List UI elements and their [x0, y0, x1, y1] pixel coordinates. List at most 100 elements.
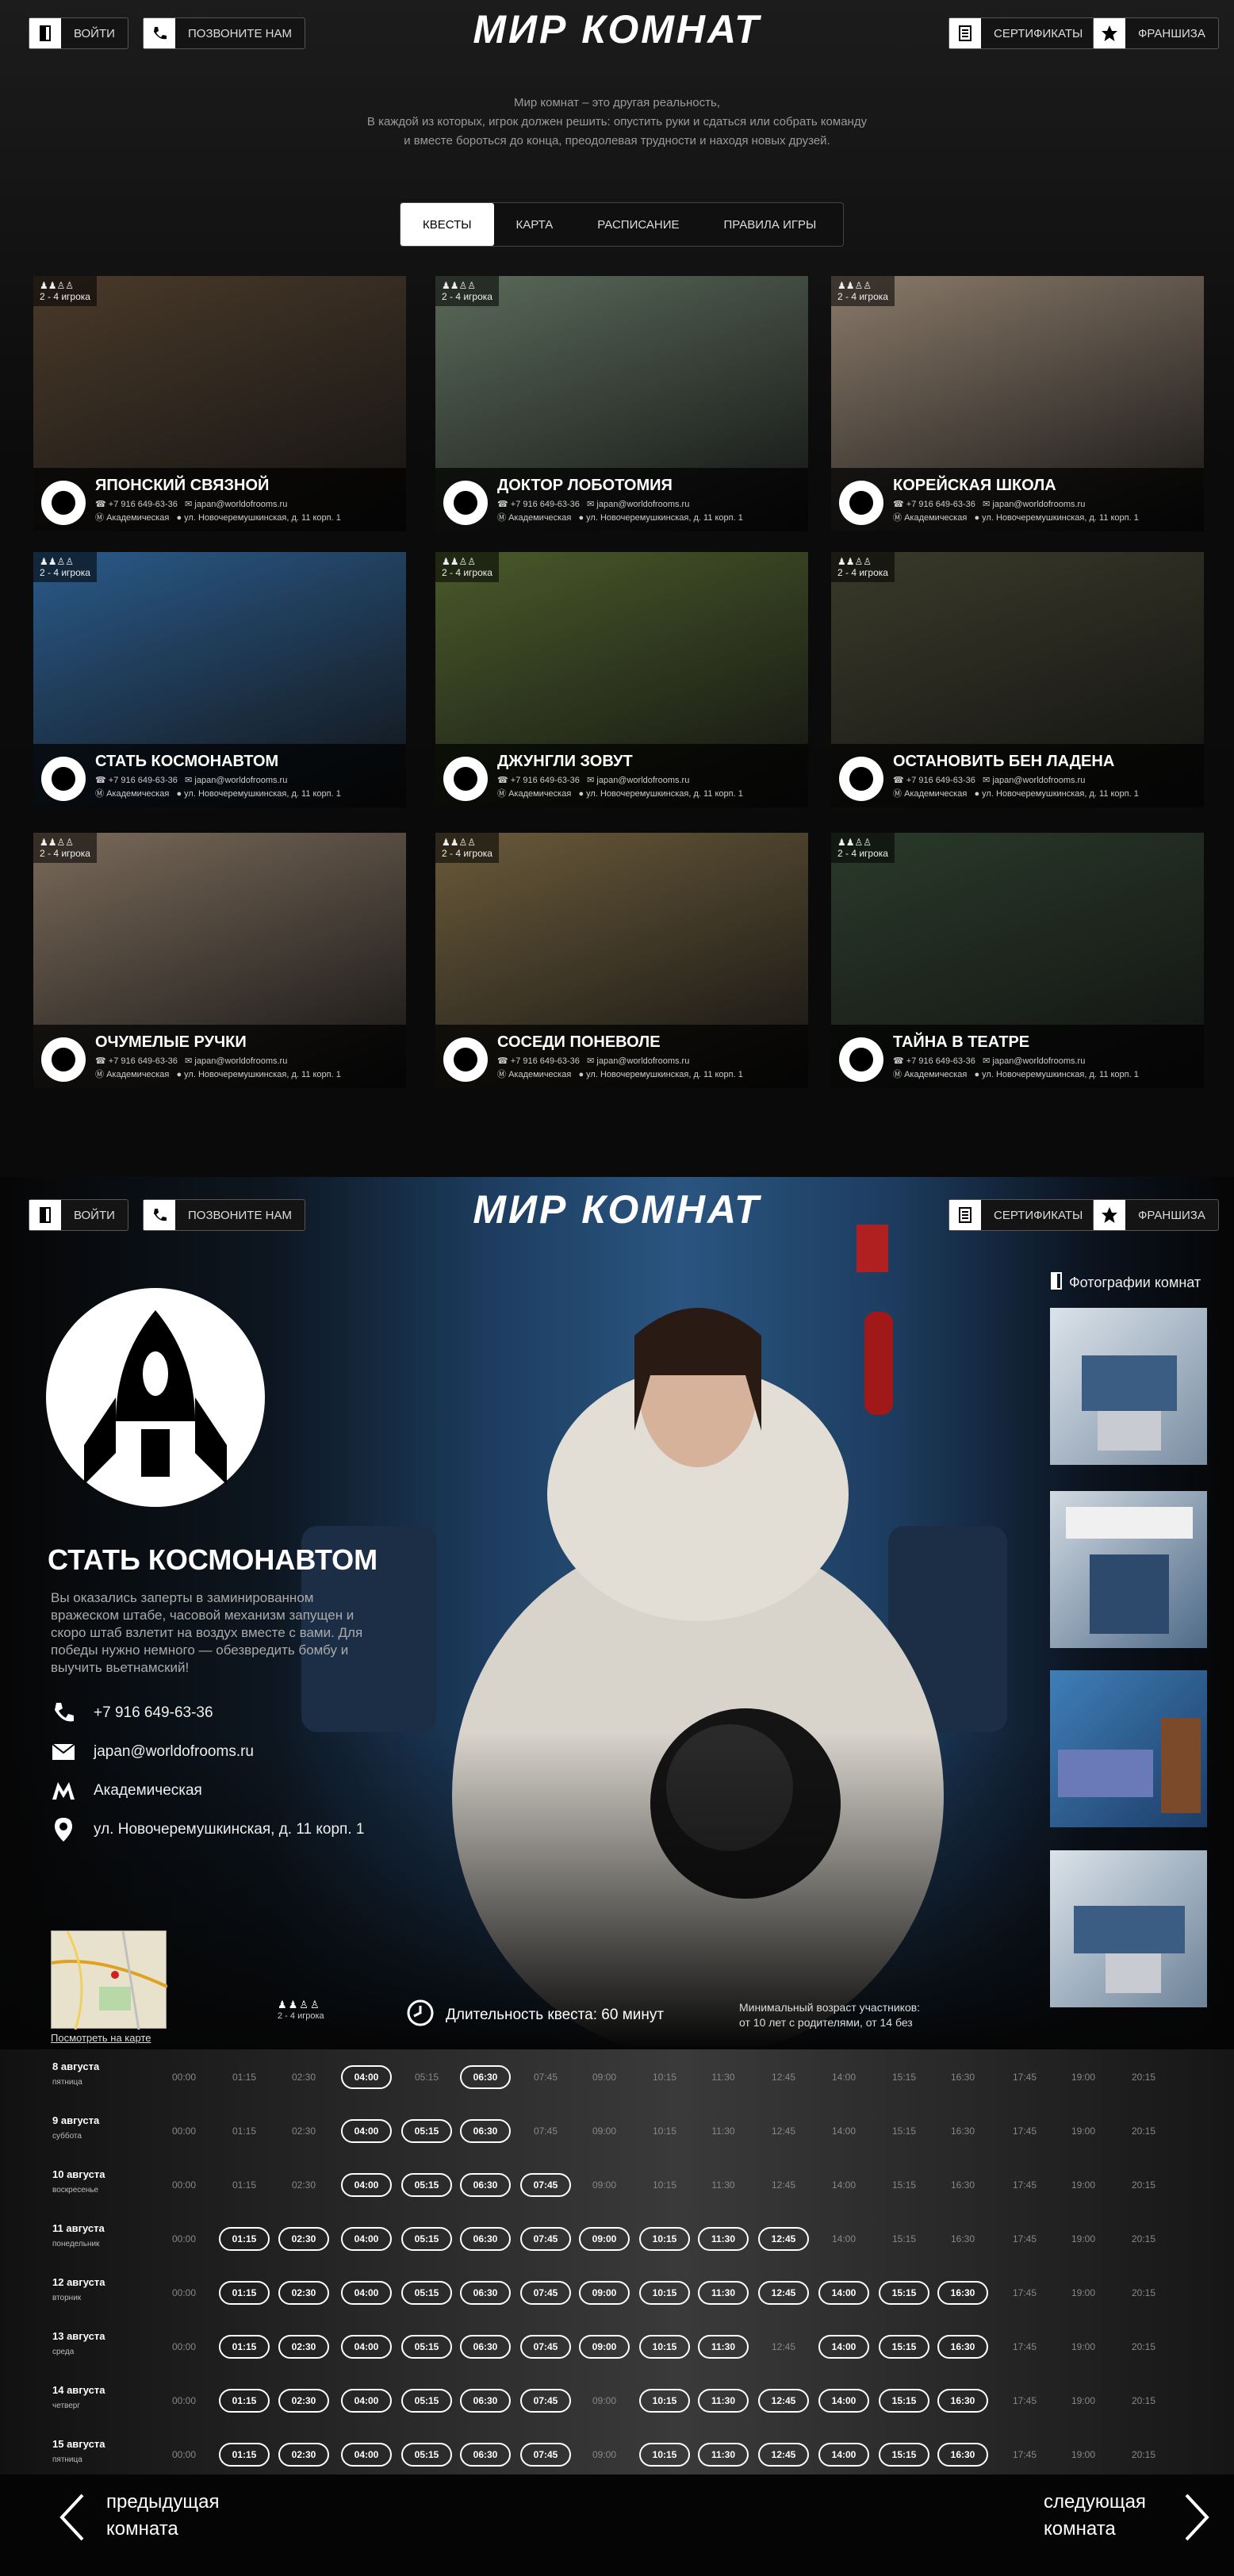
- time-slot[interactable]: 19:00: [1058, 2443, 1109, 2467]
- time-slot[interactable]: 16:30: [937, 2281, 988, 2305]
- time-slot[interactable]: 05:15: [401, 2173, 452, 2197]
- quest-card[interactable]: ♟♟♙♙ 2 - 4 игрока СТАТЬ КОСМОНАВТОМ ☎ +7 91…: [33, 552, 406, 807]
- time-slot[interactable]: 14:00: [818, 2227, 869, 2251]
- call-us-button[interactable]: ПОЗВОНИТЕ НАМ: [143, 1199, 305, 1231]
- login-button[interactable]: ВОЙТИ: [29, 1199, 128, 1231]
- time-slot[interactable]: 00:00: [159, 2065, 209, 2089]
- time-slot[interactable]: 15:15: [879, 2389, 929, 2413]
- time-slot[interactable]: 07:45: [520, 2335, 571, 2359]
- room-photo-thumbnail[interactable]: [1050, 1491, 1207, 1648]
- quest-card[interactable]: ♟♟♙♙ 2 - 4 игрока СОСЕДИ ПОНЕВОЛЕ ☎ +7 916 …: [435, 833, 808, 1088]
- time-slot[interactable]: 05:15: [401, 2227, 452, 2251]
- time-slot[interactable]: 07:45: [520, 2119, 571, 2143]
- time-slot[interactable]: 11:30: [698, 2227, 749, 2251]
- time-slot[interactable]: 07:45: [520, 2227, 571, 2251]
- time-slot[interactable]: 12:45: [758, 2389, 809, 2413]
- contact-email[interactable]: japan@worldofrooms.ru: [51, 1739, 254, 1765]
- time-slot[interactable]: 05:15: [401, 2443, 452, 2467]
- room-photo-thumbnail[interactable]: [1050, 1850, 1207, 2007]
- tab-quests[interactable]: КВЕСТЫ: [400, 203, 494, 246]
- time-slot[interactable]: 02:30: [278, 2443, 329, 2467]
- time-slot[interactable]: 14:00: [818, 2389, 869, 2413]
- contact-phone[interactable]: +7 916 649-63-36: [51, 1700, 213, 1726]
- quest-card[interactable]: ♟♟♙♙ 2 - 4 игрока ОСТАНОВИТЬ БЕН ЛАДЕНА ☎ +…: [831, 552, 1204, 807]
- time-slot[interactable]: 05:15: [401, 2281, 452, 2305]
- time-slot[interactable]: 10:15: [639, 2443, 690, 2467]
- time-slot[interactable]: 14:00: [818, 2443, 869, 2467]
- time-slot[interactable]: 16:30: [937, 2173, 988, 2197]
- time-slot[interactable]: 15:15: [879, 2335, 929, 2359]
- time-slot[interactable]: 00:00: [159, 2119, 209, 2143]
- time-slot[interactable]: 17:45: [999, 2335, 1050, 2359]
- time-slot[interactable]: 10:15: [639, 2281, 690, 2305]
- time-slot[interactable]: 17:45: [999, 2281, 1050, 2305]
- time-slot[interactable]: 07:45: [520, 2443, 571, 2467]
- time-slot[interactable]: 16:30: [937, 2227, 988, 2251]
- time-slot[interactable]: 10:15: [639, 2119, 690, 2143]
- time-slot[interactable]: 20:15: [1118, 2227, 1169, 2251]
- prev-arrow-icon[interactable]: [56, 2492, 87, 2547]
- time-slot[interactable]: 04:00: [341, 2119, 392, 2143]
- time-slot[interactable]: 04:00: [341, 2227, 392, 2251]
- time-slot[interactable]: 12:45: [758, 2281, 809, 2305]
- time-slot[interactable]: 01:15: [219, 2335, 270, 2359]
- time-slot[interactable]: 09:00: [579, 2227, 630, 2251]
- time-slot[interactable]: 06:30: [460, 2389, 511, 2413]
- time-slot[interactable]: 11:30: [698, 2389, 749, 2413]
- time-slot[interactable]: 00:00: [159, 2335, 209, 2359]
- map-thumbnail[interactable]: [51, 1930, 168, 2030]
- time-slot[interactable]: 20:15: [1118, 2443, 1169, 2467]
- time-slot[interactable]: 04:00: [341, 2335, 392, 2359]
- time-slot[interactable]: 04:00: [341, 2281, 392, 2305]
- time-slot[interactable]: 02:30: [278, 2227, 329, 2251]
- time-slot[interactable]: 06:30: [460, 2119, 511, 2143]
- time-slot[interactable]: 09:00: [579, 2119, 630, 2143]
- quest-card[interactable]: ♟♟♙♙ 2 - 4 игрока ДЖУНГЛИ ЗОВУТ ☎ +7 916 64…: [435, 552, 808, 807]
- time-slot[interactable]: 01:15: [219, 2281, 270, 2305]
- time-slot[interactable]: 01:15: [219, 2443, 270, 2467]
- time-slot[interactable]: 19:00: [1058, 2227, 1109, 2251]
- time-slot[interactable]: 19:00: [1058, 2281, 1109, 2305]
- time-slot[interactable]: 00:00: [159, 2443, 209, 2467]
- time-slot[interactable]: 19:00: [1058, 2065, 1109, 2089]
- time-slot[interactable]: 02:30: [278, 2389, 329, 2413]
- time-slot[interactable]: 20:15: [1118, 2389, 1169, 2413]
- time-slot[interactable]: 01:15: [219, 2173, 270, 2197]
- time-slot[interactable]: 07:45: [520, 2389, 571, 2413]
- time-slot[interactable]: 19:00: [1058, 2335, 1109, 2359]
- time-slot[interactable]: 06:30: [460, 2335, 511, 2359]
- time-slot[interactable]: 14:00: [818, 2173, 869, 2197]
- time-slot[interactable]: 09:00: [579, 2173, 630, 2197]
- time-slot[interactable]: 01:15: [219, 2227, 270, 2251]
- time-slot[interactable]: 07:45: [520, 2065, 571, 2089]
- time-slot[interactable]: 06:30: [460, 2443, 511, 2467]
- time-slot[interactable]: 09:00: [579, 2281, 630, 2305]
- time-slot[interactable]: 14:00: [818, 2281, 869, 2305]
- logo[interactable]: МИР КОМНАТ: [444, 1186, 790, 1232]
- quest-card[interactable]: ♟♟♙♙ 2 - 4 игрока ТАЙНА В ТЕАТРЕ ☎ +7 916 6…: [831, 833, 1204, 1088]
- time-slot[interactable]: 14:00: [818, 2119, 869, 2143]
- time-slot[interactable]: 19:00: [1058, 2389, 1109, 2413]
- certificates-button[interactable]: СЕРТИФИКАТЫ: [948, 1199, 1097, 1231]
- time-slot[interactable]: 06:30: [460, 2281, 511, 2305]
- next-room-link[interactable]: следующая комната: [1044, 2489, 1146, 2543]
- time-slot[interactable]: 17:45: [999, 2173, 1050, 2197]
- time-slot[interactable]: 20:15: [1118, 2173, 1169, 2197]
- franchise-button[interactable]: ФРАНШИЗА: [1093, 1199, 1219, 1231]
- time-slot[interactable]: 17:45: [999, 2389, 1050, 2413]
- time-slot[interactable]: 11:30: [698, 2335, 749, 2359]
- time-slot[interactable]: 05:15: [401, 2389, 452, 2413]
- time-slot[interactable]: 06:30: [460, 2173, 511, 2197]
- time-slot[interactable]: 11:30: [698, 2173, 749, 2197]
- room-photo-thumbnail[interactable]: [1050, 1308, 1207, 1465]
- time-slot[interactable]: 15:15: [879, 2065, 929, 2089]
- time-slot[interactable]: 10:15: [639, 2173, 690, 2197]
- time-slot[interactable]: 07:45: [520, 2173, 571, 2197]
- logo[interactable]: МИР КОМНАТ: [444, 6, 790, 52]
- prev-room-link[interactable]: предыдущая комната: [106, 2489, 220, 2543]
- tab-map[interactable]: КАРТА: [494, 203, 576, 246]
- time-slot[interactable]: 01:15: [219, 2065, 270, 2089]
- time-slot[interactable]: 10:15: [639, 2065, 690, 2089]
- time-slot[interactable]: 15:15: [879, 2173, 929, 2197]
- time-slot[interactable]: 09:00: [579, 2335, 630, 2359]
